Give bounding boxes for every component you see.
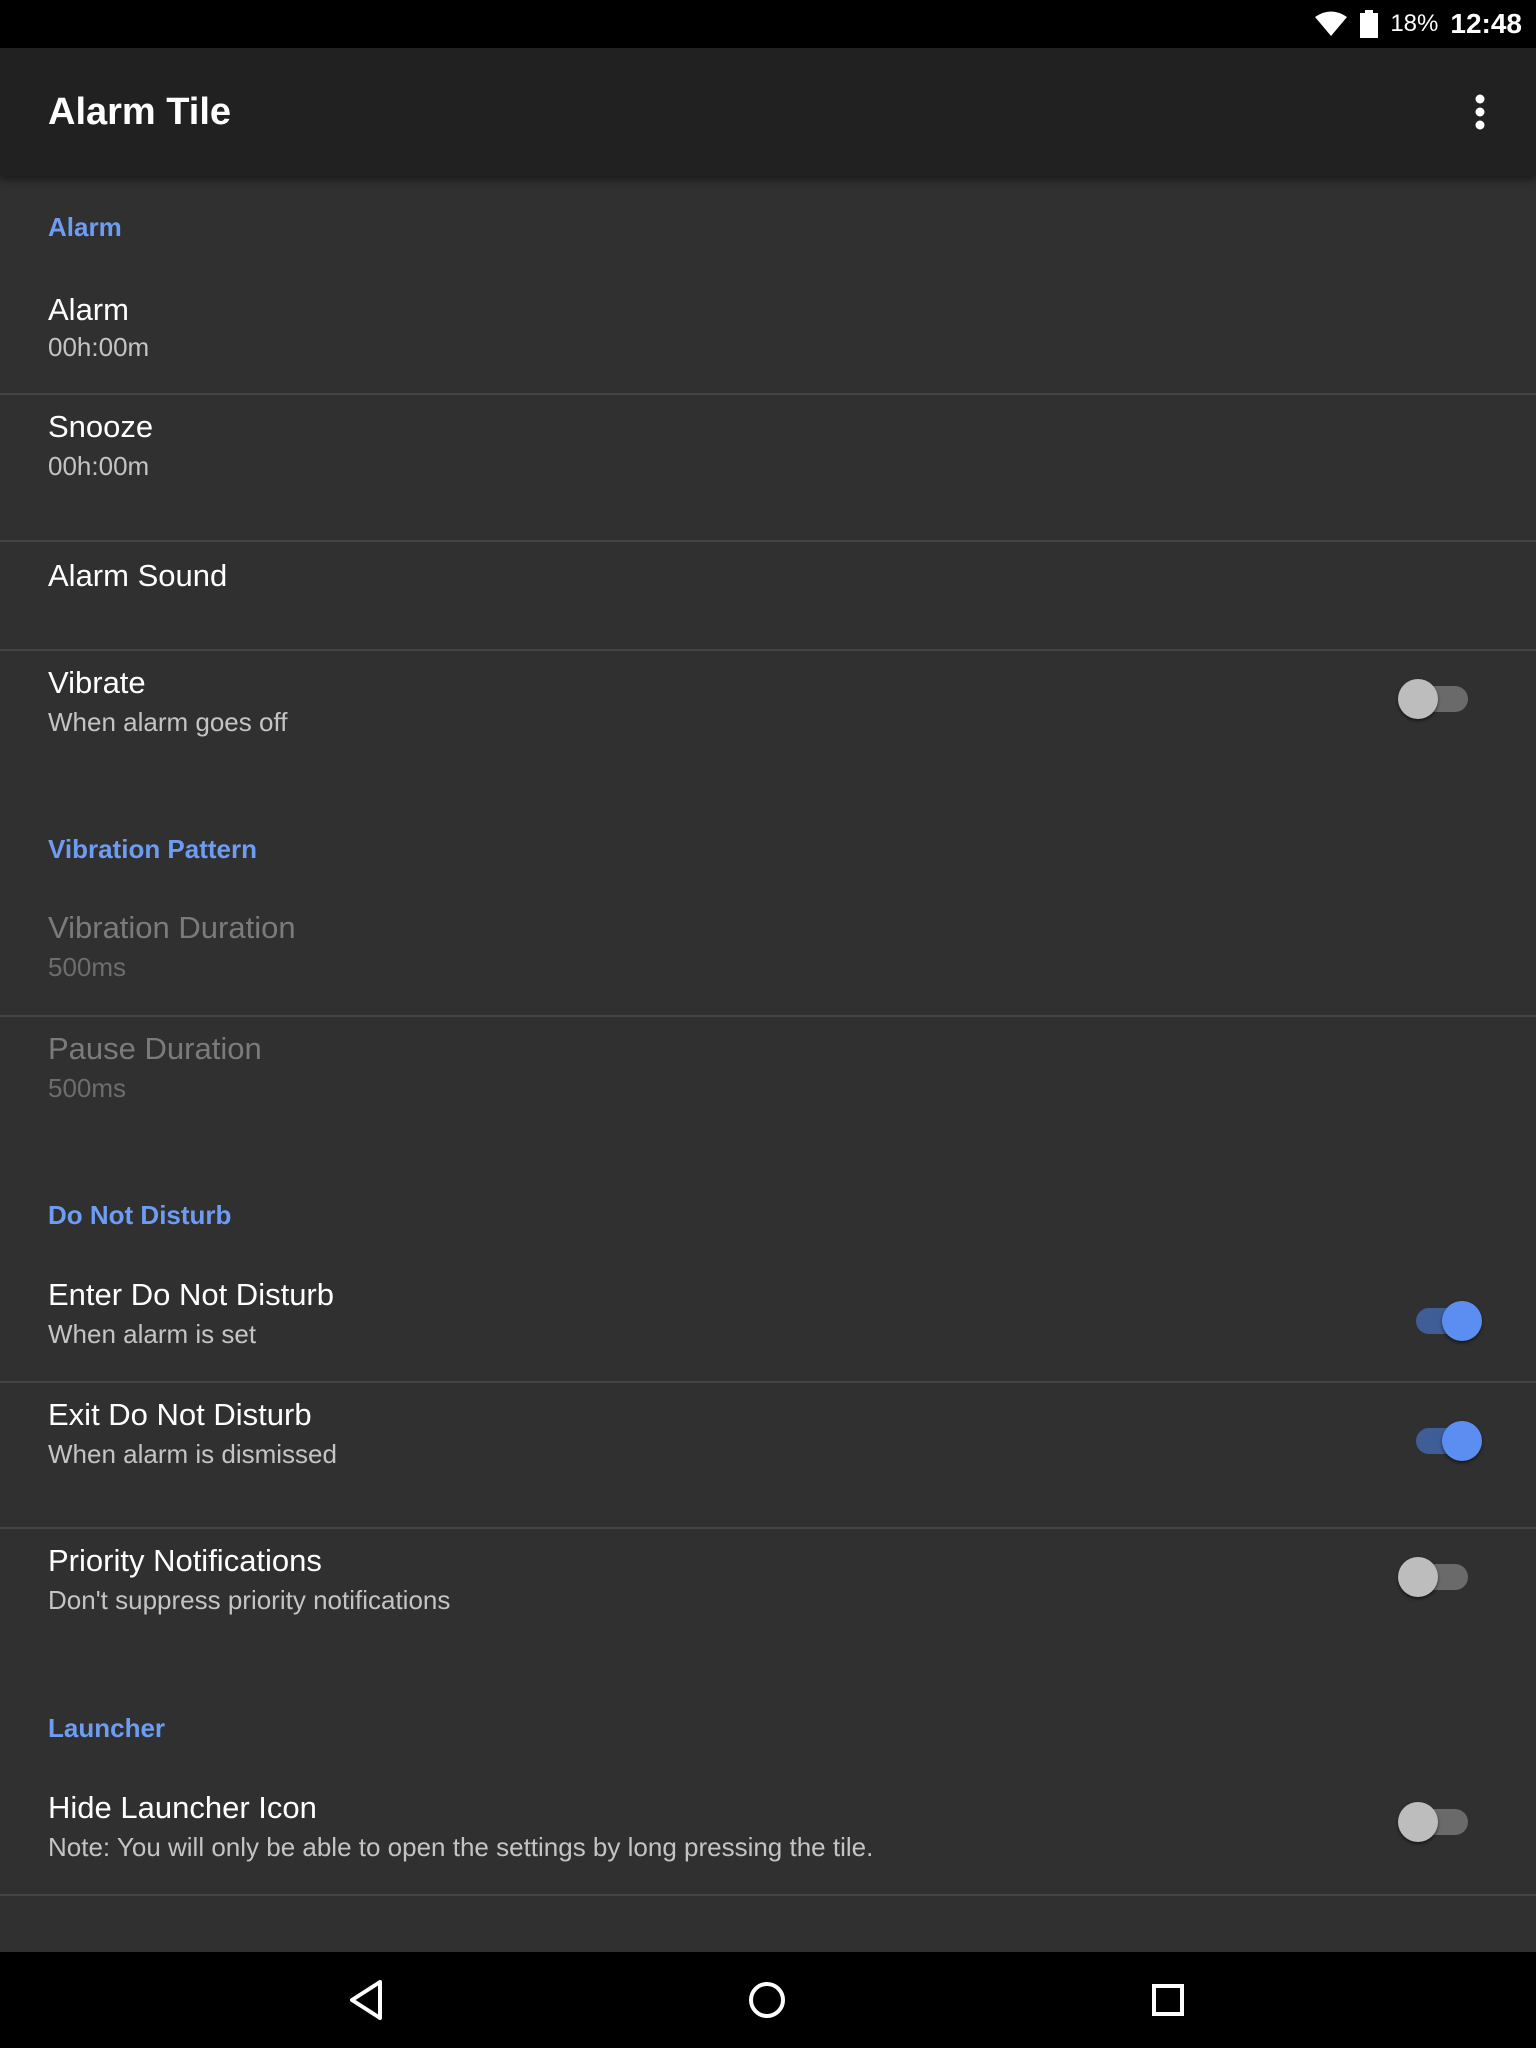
- more-vert-icon[interactable]: [1448, 80, 1512, 144]
- battery-icon: [1360, 10, 1379, 38]
- battery-percent: 18%: [1390, 10, 1439, 37]
- pref-summary: Note: You will only be able to open the …: [48, 1832, 874, 1862]
- home-icon[interactable]: [735, 1968, 799, 2032]
- status-bar: 18% 12:48: [0, 0, 1536, 48]
- switch-thumb: [1398, 1802, 1438, 1842]
- pref-title: Exit Do Not Disturb: [48, 1397, 312, 1432]
- section-header-launcher: Launcher: [48, 1713, 166, 1743]
- section-header-do-not-disturb: Do Not Disturb: [48, 1200, 232, 1230]
- pref-title: Vibrate: [48, 665, 146, 700]
- settings-list: Alarm Alarm 00h:00m Snooze 00h:00m Alarm…: [0, 176, 1536, 1952]
- status-time: 12:48: [1450, 8, 1522, 39]
- pref-title: Priority Notifications: [48, 1543, 322, 1578]
- status-icons: 18% 12:48: [1314, 0, 1522, 48]
- switch-thumb: [1442, 1421, 1482, 1461]
- pref-summary: 500ms: [48, 1073, 127, 1103]
- app-title: Alarm Tile: [48, 90, 232, 133]
- pref-summary: Don't suppress priority notifications: [48, 1585, 451, 1615]
- switch-thumb: [1398, 1557, 1438, 1597]
- pref-enter-dnd[interactable]: Enter Do Not Disturb When alarm is set: [0, 1263, 1536, 1383]
- pref-title: Alarm Sound: [48, 558, 228, 593]
- pref-summary: 500ms: [48, 952, 127, 982]
- exit-dnd-switch[interactable]: [1412, 1417, 1482, 1461]
- pref-title: Pause Duration: [48, 1031, 262, 1066]
- pref-summary: 00h:00m: [48, 332, 150, 362]
- vibrate-switch[interactable]: [1398, 675, 1468, 719]
- back-icon[interactable]: [334, 1968, 398, 2032]
- navigation-bar: [0, 1952, 1536, 2048]
- hide-launcher-icon-switch[interactable]: [1398, 1798, 1468, 1842]
- pref-hide-launcher-icon[interactable]: Hide Launcher Icon Note: You will only b…: [0, 1776, 1536, 1894]
- pref-summary: When alarm goes off: [48, 707, 288, 737]
- pref-vibration-duration: Vibration Duration 500ms: [0, 896, 1536, 1016]
- pref-alarm[interactable]: Alarm 00h:00m: [0, 276, 1536, 394]
- pref-priority-notifications[interactable]: Priority Notifications Don't suppress pr…: [0, 1529, 1536, 1649]
- pref-title: Hide Launcher Icon: [48, 1790, 317, 1825]
- priority-notifications-switch[interactable]: [1398, 1553, 1468, 1597]
- recents-icon[interactable]: [1136, 1968, 1200, 2032]
- pref-title: Snooze: [48, 409, 154, 444]
- divider: [0, 1894, 1536, 1896]
- section-header-vibration-pattern: Vibration Pattern: [48, 834, 258, 864]
- pref-title: Enter Do Not Disturb: [48, 1277, 334, 1312]
- wifi-icon: [1315, 11, 1348, 36]
- app-bar: Alarm Tile: [0, 48, 1536, 176]
- pref-summary: 00h:00m: [48, 451, 150, 481]
- switch-thumb: [1442, 1301, 1482, 1341]
- pref-summary: When alarm is dismissed: [48, 1439, 337, 1469]
- pref-alarm-sound[interactable]: Alarm Sound: [0, 542, 1536, 648]
- pref-exit-dnd[interactable]: Exit Do Not Disturb When alarm is dismis…: [0, 1383, 1536, 1503]
- pref-title: Alarm: [48, 292, 129, 327]
- pref-pause-duration: Pause Duration 500ms: [0, 1017, 1536, 1137]
- pref-title: Vibration Duration: [48, 910, 296, 945]
- pref-vibrate[interactable]: Vibrate When alarm goes off: [0, 651, 1536, 781]
- section-header-alarm: Alarm: [48, 212, 122, 242]
- switch-thumb: [1398, 679, 1438, 719]
- enter-dnd-switch[interactable]: [1412, 1297, 1482, 1341]
- pref-snooze[interactable]: Snooze 00h:00m: [0, 395, 1536, 515]
- pref-summary: When alarm is set: [48, 1319, 257, 1349]
